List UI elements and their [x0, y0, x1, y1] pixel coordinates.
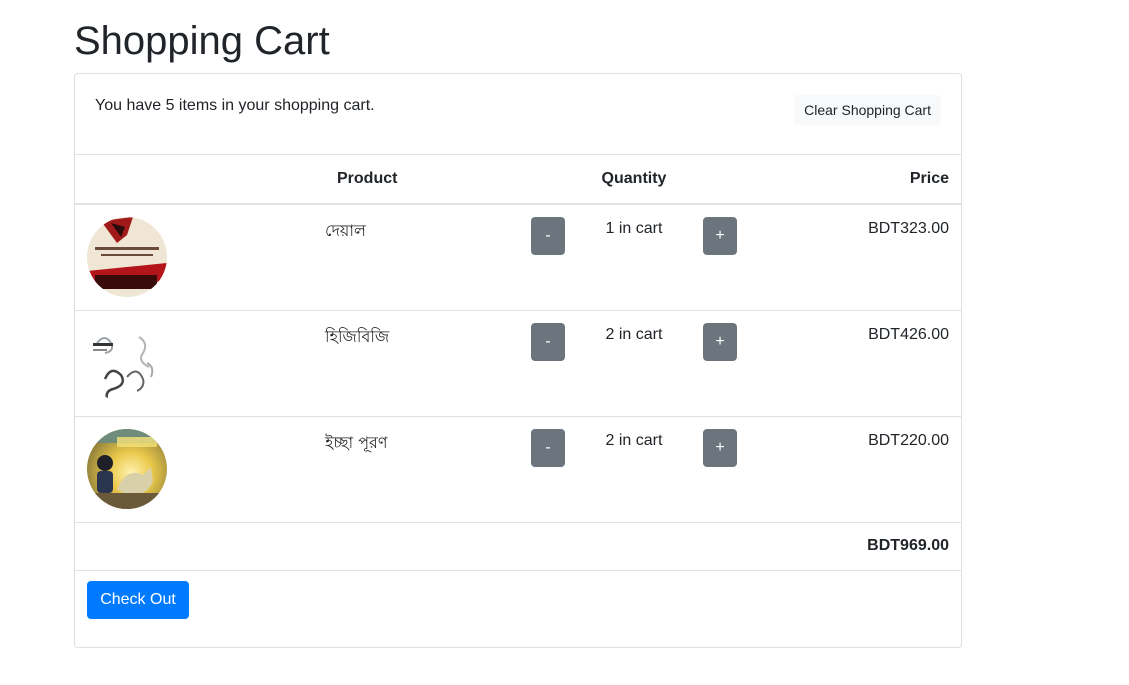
- product-name-cell: দেয়াল: [325, 204, 531, 311]
- cart-row: ইচ্ছা পূরণ - 2 in cart + BDT220.00: [75, 416, 961, 522]
- product-name: হিজিবিজি: [325, 326, 390, 346]
- header-image: [75, 155, 325, 204]
- checkout-button[interactable]: Check Out: [87, 581, 189, 619]
- cart-summary: You have 5 items in your shopping cart.: [95, 97, 375, 114]
- quantity-cell: - 1 in cart +: [531, 204, 737, 311]
- header-quantity: Quantity: [601, 169, 667, 187]
- item-price: BDT323.00: [868, 219, 949, 237]
- item-price: BDT220.00: [868, 431, 949, 449]
- price-cell: BDT323.00: [737, 204, 961, 311]
- increase-quantity-button[interactable]: +: [703, 428, 737, 467]
- cart-row: দেয়াল - 1 in cart + BDT323.00: [75, 204, 961, 311]
- price-cell: BDT426.00: [737, 310, 961, 416]
- header-price: Price: [909, 169, 949, 187]
- product-name: দেয়াল: [325, 220, 366, 240]
- item-price: BDT426.00: [868, 325, 949, 343]
- product-image-cell: [75, 310, 325, 416]
- quantity-cell: - 2 in cart +: [531, 310, 737, 416]
- product-image-cell: [75, 416, 325, 522]
- price-cell: BDT220.00: [737, 416, 961, 522]
- cart-total: BDT969.00: [867, 537, 949, 554]
- increase-quantity-button[interactable]: +: [703, 322, 737, 361]
- page-title: Shopping Cart: [74, 19, 330, 63]
- cart-total-row: BDT969.00: [75, 522, 961, 570]
- product-name-cell: হিজিবিজি: [325, 310, 531, 416]
- header-product: Product: [337, 169, 398, 187]
- quantity-cell: - 2 in cart +: [531, 416, 737, 522]
- product-image: [87, 428, 167, 509]
- product-image: [87, 216, 167, 297]
- clear-cart-button[interactable]: Clear Shopping Cart: [794, 95, 941, 125]
- cart-row: হিজিবিজি - 2 in cart + BDT426.00: [75, 310, 961, 416]
- cart-table: Product Quantity Price দেয়াল - 1 in car…: [75, 154, 961, 571]
- product-name-cell: ইচ্ছা পূরণ: [325, 416, 531, 522]
- product-name: ইচ্ছা পূরণ: [325, 432, 388, 452]
- increase-quantity-button[interactable]: +: [703, 216, 737, 255]
- product-image: [87, 322, 167, 403]
- product-image-cell: [75, 204, 325, 311]
- cart-table-header: Product Quantity Price: [75, 154, 961, 204]
- cart-card: You have 5 items in your shopping cart. …: [74, 73, 962, 648]
